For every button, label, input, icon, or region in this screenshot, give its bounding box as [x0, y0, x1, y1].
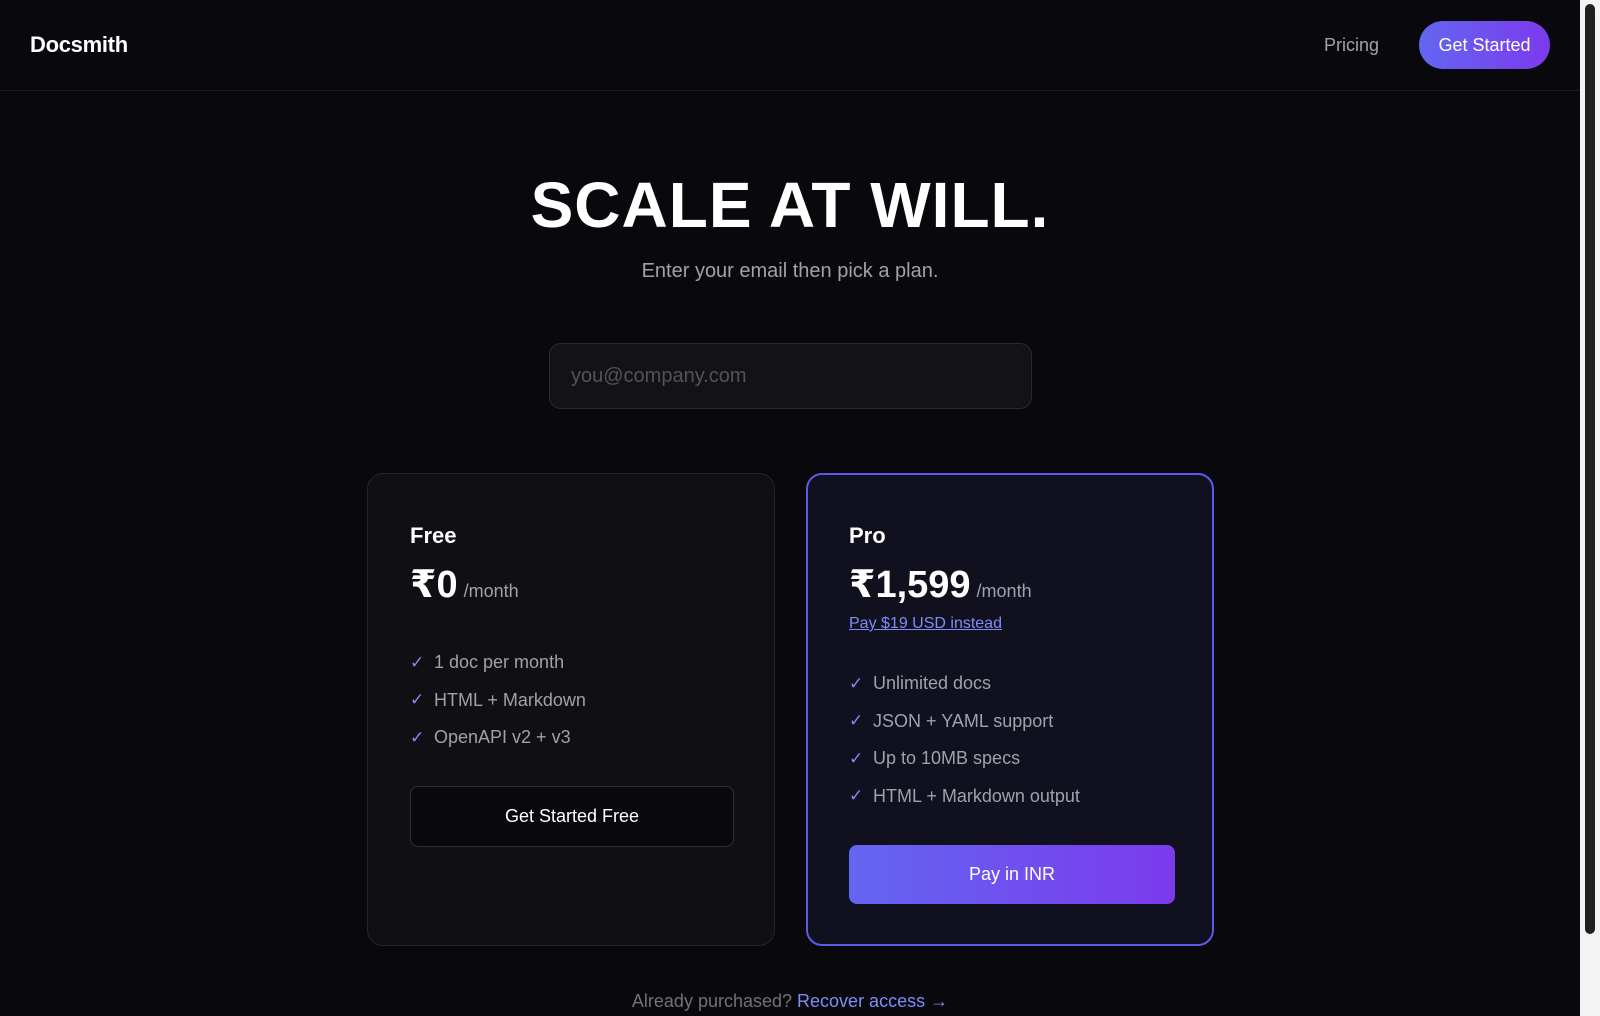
- plan-name: Pro: [849, 523, 886, 548]
- feature-label: HTML + Markdown output: [873, 785, 1080, 806]
- plan-price: ₹1,599 /month: [849, 562, 1032, 607]
- check-icon: ✓: [410, 727, 425, 747]
- list-item: ✓ Up to 10MB specs: [849, 740, 1080, 778]
- site-header: Docsmith Pricing Get Started: [0, 0, 1580, 91]
- price-amount: ₹0: [410, 564, 458, 606]
- plan-price: ₹0 /month: [410, 562, 519, 607]
- feature-label: OpenAPI v2 + v3: [434, 727, 571, 748]
- feature-list: ✓ Unlimited docs ✓ JSON + YAML support ✓…: [849, 665, 1080, 815]
- page-title: SCALE AT WILL.: [530, 169, 1050, 241]
- pay-usd-link[interactable]: Pay $19 USD instead: [849, 615, 1002, 633]
- feature-label: JSON + YAML support: [873, 710, 1054, 731]
- feature-list: ✓ 1 doc per month ✓ HTML + Markdown ✓ Op…: [410, 644, 586, 757]
- plan-card-free: Free ₹0 /month ✓ 1 doc per month ✓ HTML …: [367, 473, 775, 946]
- feature-label: 1 doc per month: [434, 652, 565, 673]
- check-icon: ✓: [410, 690, 425, 710]
- list-item: ✓ Unlimited docs: [849, 665, 1080, 703]
- nav-link-pricing[interactable]: Pricing: [1324, 35, 1379, 56]
- feature-label: Unlimited docs: [873, 673, 992, 694]
- feature-label: HTML + Markdown: [434, 689, 586, 710]
- recover-note: Already purchased? Recover access →: [0, 991, 1580, 1012]
- check-icon: ✓: [849, 711, 864, 731]
- list-item: ✓ 1 doc per month: [410, 644, 586, 682]
- list-item: ✓ HTML + Markdown output: [849, 778, 1080, 816]
- feature-label: Up to 10MB specs: [873, 748, 1021, 769]
- get-started-free-button[interactable]: Get Started Free: [410, 786, 734, 847]
- page-subtitle: Enter your email then pick a plan.: [641, 260, 939, 282]
- list-item: ✓ JSON + YAML support: [849, 703, 1080, 741]
- check-icon: ✓: [849, 673, 864, 693]
- email-input[interactable]: [549, 343, 1032, 409]
- recover-access-link[interactable]: Recover access →: [797, 991, 948, 1011]
- list-item: ✓ OpenAPI v2 + v3: [410, 719, 586, 757]
- price-period: /month: [976, 581, 1032, 601]
- list-item: ✓ HTML + Markdown: [410, 682, 586, 720]
- check-icon: ✓: [410, 652, 425, 672]
- check-icon: ✓: [849, 786, 864, 806]
- get-started-button[interactable]: Get Started: [1419, 21, 1550, 69]
- price-period: /month: [463, 581, 519, 601]
- plan-card-pro: Pro ₹1,599 /month Pay $19 USD instead ✓ …: [806, 473, 1214, 946]
- plan-name: Free: [410, 523, 457, 548]
- scrollbar-thumb[interactable]: [1585, 4, 1595, 934]
- pay-inr-button[interactable]: Pay in INR: [849, 845, 1175, 904]
- top-nav: Pricing Get Started: [1324, 21, 1550, 69]
- price-amount: ₹1,599: [849, 564, 971, 606]
- recover-prompt: Already purchased?: [631, 991, 793, 1011]
- brand-logo[interactable]: Docsmith: [30, 32, 128, 58]
- page: Docsmith Pricing Get Started SCALE AT WI…: [0, 0, 1600, 1016]
- check-icon: ✓: [849, 748, 864, 768]
